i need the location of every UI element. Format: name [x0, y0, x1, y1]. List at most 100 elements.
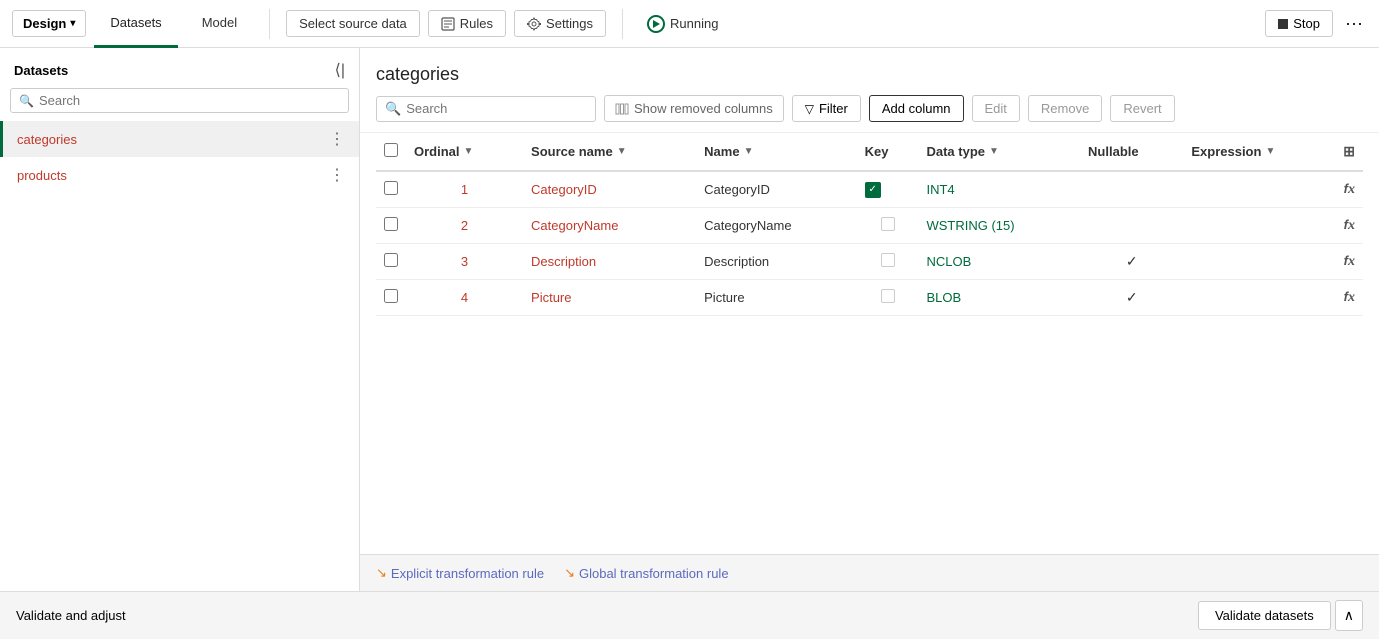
row-source-name: Description: [523, 244, 696, 280]
table-row: 3 Description Description NCLOB ✓ fx: [376, 244, 1363, 280]
content-title: categories: [360, 48, 1379, 85]
bottom-bar-right: Validate datasets ∧: [1198, 600, 1363, 631]
main-layout: Datasets ⟨| 🔍 categories ⋮ products ⋮ ca…: [0, 48, 1379, 591]
settings-button[interactable]: Settings: [514, 10, 606, 37]
nullable-checkmark: ✓: [1126, 289, 1138, 305]
row-checkbox[interactable]: [384, 217, 398, 231]
nullable-checkmark: ✓: [1126, 253, 1138, 269]
global-transform-link[interactable]: ↘ Global transformation rule: [564, 565, 728, 581]
separator2: [622, 9, 623, 39]
toolbar-search-icon: 🔍: [385, 101, 401, 117]
sidebar-item-products[interactable]: products ⋮: [0, 157, 359, 193]
expression-filter-icon[interactable]: ▼: [1265, 146, 1275, 157]
row-checkbox-cell: [376, 244, 406, 280]
fx-icon[interactable]: fx: [1344, 254, 1355, 269]
content-area: categories 🔍 Show removed columns ▽ Filt…: [360, 48, 1379, 591]
grid-icon[interactable]: ⊞: [1343, 143, 1355, 160]
row-ordinal: 4: [406, 280, 523, 316]
toolbar-search-container: 🔍: [376, 96, 596, 122]
row-expression: fx: [1183, 280, 1363, 316]
fx-icon[interactable]: fx: [1344, 290, 1355, 305]
remove-button[interactable]: Remove: [1028, 95, 1102, 122]
filter-button[interactable]: ▽ Filter: [792, 95, 861, 122]
row-source-name: CategoryName: [523, 208, 696, 244]
table-row: 1 CategoryID CategoryID ✓ INT4 fx: [376, 171, 1363, 208]
ordinal-filter-icon[interactable]: ▼: [464, 146, 474, 157]
sidebar-header: Datasets ⟨|: [0, 48, 359, 88]
footer-left: ↘ Explicit transformation rule ↘ Global …: [376, 565, 729, 581]
row-nullable: [1080, 208, 1183, 244]
columns-table: Ordinal ▼ Source name ▼: [376, 133, 1363, 316]
sidebar-item-categories[interactable]: categories ⋮: [0, 121, 359, 157]
sidebar: Datasets ⟨| 🔍 categories ⋮ products ⋮: [0, 48, 360, 591]
row-name: CategoryName: [696, 208, 857, 244]
table-container: Ordinal ▼ Source name ▼: [360, 133, 1379, 554]
gear-icon: [527, 17, 541, 31]
sidebar-collapse-button[interactable]: ⟨|: [335, 60, 345, 80]
sidebar-items: categories ⋮ products ⋮: [0, 121, 359, 193]
select-all-checkbox[interactable]: [384, 143, 398, 157]
search-input[interactable]: [39, 93, 340, 108]
more-options-button[interactable]: ···: [1341, 9, 1367, 38]
sidebar-item-label: products: [17, 168, 67, 183]
row-nullable: [1080, 171, 1183, 208]
row-nullable: ✓: [1080, 244, 1183, 280]
fx-icon[interactable]: fx: [1344, 182, 1355, 197]
explicit-arrow-icon: ↘: [376, 565, 387, 581]
edit-button[interactable]: Edit: [972, 95, 1020, 122]
row-name: CategoryID: [696, 171, 857, 208]
row-datatype: INT4: [918, 171, 1080, 208]
row-expression: fx: [1183, 171, 1363, 208]
tab-model[interactable]: Model: [186, 0, 253, 48]
row-checkbox-cell: [376, 208, 406, 244]
tab-datasets[interactable]: Datasets: [94, 0, 177, 48]
row-ordinal: 2: [406, 208, 523, 244]
explicit-transform-link[interactable]: ↘ Explicit transformation rule: [376, 565, 544, 581]
key-empty-checkbox: [881, 289, 895, 303]
running-status: Running: [647, 15, 718, 33]
name-filter-icon[interactable]: ▼: [744, 146, 754, 157]
running-circle-icon: [647, 15, 665, 33]
row-ordinal: 3: [406, 244, 523, 280]
more-icon[interactable]: ⋮: [329, 129, 345, 149]
row-checkbox[interactable]: [384, 289, 398, 303]
row-name: Picture: [696, 280, 857, 316]
columns-icon: [615, 102, 629, 116]
show-removed-columns-button[interactable]: Show removed columns: [604, 95, 784, 122]
footer: ↘ Explicit transformation rule ↘ Global …: [360, 554, 1379, 591]
table-row: 2 CategoryName CategoryName WSTRING (15)…: [376, 208, 1363, 244]
global-arrow-icon: ↘: [564, 565, 575, 581]
sidebar-search-container: 🔍: [10, 88, 349, 113]
search-icon: 🔍: [19, 94, 34, 108]
source-filter-icon[interactable]: ▼: [617, 146, 627, 157]
row-key: ✓: [857, 171, 919, 208]
key-empty-checkbox: [881, 217, 895, 231]
filter-icon: ▽: [805, 102, 814, 116]
more-icon[interactable]: ⋮: [329, 165, 345, 185]
sidebar-item-label: categories: [17, 132, 77, 147]
fx-icon[interactable]: fx: [1344, 218, 1355, 233]
rules-icon: [441, 17, 455, 31]
row-checkbox[interactable]: [384, 181, 398, 195]
row-key: [857, 244, 919, 280]
row-checkbox-cell: [376, 280, 406, 316]
select-source-data-button[interactable]: Select source data: [286, 10, 420, 37]
revert-button[interactable]: Revert: [1110, 95, 1174, 122]
toolbar-search-input[interactable]: [406, 101, 587, 116]
key-empty-checkbox: [881, 253, 895, 267]
datatype-filter-icon[interactable]: ▼: [989, 146, 999, 157]
separator: [269, 9, 270, 39]
rules-button[interactable]: Rules: [428, 10, 506, 37]
add-column-button[interactable]: Add column: [869, 95, 964, 122]
stop-button[interactable]: Stop: [1265, 10, 1333, 37]
validate-adjust-label: Validate and adjust: [16, 608, 126, 623]
design-button[interactable]: Design ▾: [12, 10, 86, 37]
topbar: Design ▾ Datasets Model Select source da…: [0, 0, 1379, 48]
header-ordinal: Ordinal ▼: [406, 133, 523, 171]
stop-icon: [1278, 19, 1288, 29]
row-datatype: NCLOB: [918, 244, 1080, 280]
table-body: 1 CategoryID CategoryID ✓ INT4 fx 2 Cate…: [376, 171, 1363, 316]
row-checkbox[interactable]: [384, 253, 398, 267]
validate-datasets-button[interactable]: Validate datasets: [1198, 601, 1331, 630]
expand-button[interactable]: ∧: [1335, 600, 1363, 631]
